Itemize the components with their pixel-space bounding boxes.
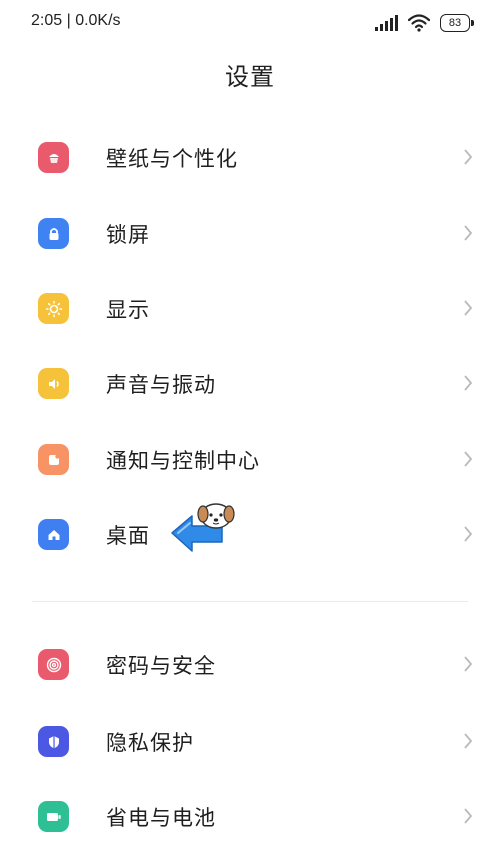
settings-item-notifications[interactable]: 通知与控制中心 — [0, 429, 500, 493]
settings-item-label: 显示 — [106, 298, 150, 322]
chevron-right-icon — [464, 225, 473, 241]
chevron-right-icon — [464, 526, 473, 542]
page-title: 设置 — [225, 63, 275, 91]
lock-icon — [38, 218, 69, 249]
settings-item-wallpaper[interactable]: 壁纸与个性化 — [0, 127, 500, 191]
settings-item-display[interactable]: 显示 — [0, 278, 500, 342]
chevron-right-icon — [464, 451, 473, 467]
notification-icon — [38, 444, 69, 475]
section-divider — [32, 601, 468, 602]
settings-item-label: 省电与电池 — [106, 806, 216, 830]
settings-item-privacy[interactable]: 隐私保护 — [0, 711, 500, 775]
home-icon — [38, 519, 69, 550]
settings-item-label: 通知与控制中心 — [106, 449, 260, 473]
battery-icon — [38, 801, 69, 832]
status-time: 2:05 | 0.0K/s — [31, 12, 121, 29]
chevron-right-icon — [464, 149, 473, 165]
fingerprint-icon — [38, 649, 69, 680]
status-bar: 2:05 | 0.0K/s 83 — [0, 0, 500, 44]
chevron-right-icon — [464, 656, 473, 672]
chevron-right-icon — [464, 808, 473, 824]
settings-item-lock-screen[interactable]: 锁屏 — [0, 203, 500, 267]
chevron-right-icon — [464, 375, 473, 391]
settings-item-home-screen[interactable]: 桌面 — [0, 504, 500, 568]
brightness-icon — [38, 293, 69, 324]
settings-item-passwords-security[interactable]: 密码与安全 — [0, 634, 500, 698]
battery-indicator: 83 — [440, 14, 474, 32]
dog-pointer-arrow-icon — [171, 503, 235, 552]
wallpaper-icon — [38, 142, 69, 173]
settings-item-sound[interactable]: 声音与振动 — [0, 353, 500, 417]
wifi-icon — [408, 14, 430, 32]
settings-item-label: 声音与振动 — [106, 373, 216, 397]
settings-item-label: 壁纸与个性化 — [106, 147, 238, 171]
status-icons: 83 — [375, 12, 474, 34]
settings-item-label: 桌面 — [106, 524, 150, 548]
chevron-right-icon — [464, 300, 473, 316]
settings-item-battery[interactable]: 省电与电池 — [0, 786, 500, 850]
cellular-signal-icon — [375, 15, 398, 31]
settings-item-label: 锁屏 — [106, 223, 150, 247]
settings-item-label: 密码与安全 — [106, 654, 216, 678]
privacy-shield-icon — [38, 726, 69, 757]
speaker-icon — [38, 368, 69, 399]
chevron-right-icon — [464, 733, 473, 749]
settings-item-label: 隐私保护 — [106, 731, 194, 755]
